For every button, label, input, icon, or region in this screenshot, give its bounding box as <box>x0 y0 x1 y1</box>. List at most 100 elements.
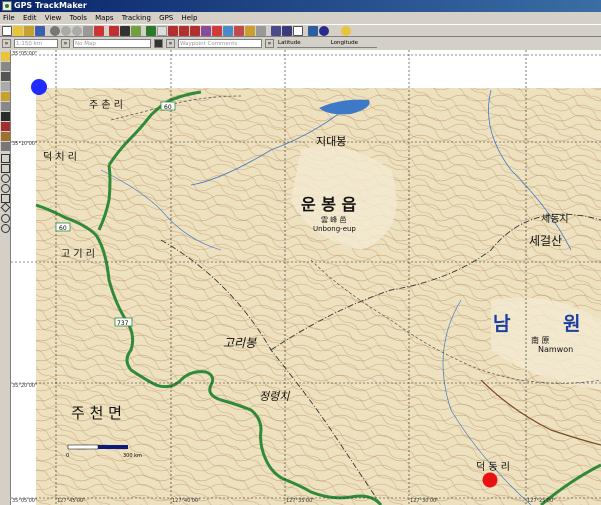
place-jeongryeongchi: 정령치 <box>259 390 290 403</box>
lon-label: 127°45'00" <box>57 498 85 504</box>
arrow-icon[interactable] <box>1 82 10 91</box>
coordinates-readout: Latitude Longitude <box>277 39 377 48</box>
gps-receiver-icon[interactable] <box>146 25 156 36</box>
stop-icon[interactable] <box>154 38 163 48</box>
menu-help[interactable]: Help <box>178 12 200 24</box>
place-juchunmyeon: 주 천 면 <box>71 404 122 422</box>
upload-icon[interactable] <box>282 25 292 36</box>
track-icon[interactable] <box>120 25 130 36</box>
place-unbongeup: 운 봉 읍 <box>301 195 357 214</box>
place-goribong: 고리봉 <box>223 336 257 350</box>
ellipse-icon[interactable] <box>1 174 10 183</box>
oval-icon[interactable] <box>1 224 10 233</box>
menu-file[interactable]: File <box>0 12 18 24</box>
print-icon[interactable] <box>234 25 244 36</box>
lat-label-bottom: 35°05'00" <box>12 498 37 504</box>
place-nam: 남 <box>493 313 511 335</box>
app-icon <box>2 1 12 11</box>
chevron-right-icon[interactable]: » <box>61 38 70 48</box>
fill-icon[interactable] <box>223 25 233 36</box>
menu-view[interactable]: View <box>42 12 65 24</box>
lat-label-top: 35°05'00" <box>12 51 37 57</box>
menu-gps[interactable]: GPS <box>156 12 176 24</box>
place-deokchiri: 덕 치 리 <box>43 151 77 163</box>
pan-left-icon[interactable] <box>168 25 178 36</box>
center-icon[interactable] <box>157 25 167 36</box>
place-unbongeup-en: Unbong-eup <box>313 225 356 233</box>
chevron-right-icon[interactable]: » <box>2 38 11 48</box>
grid-icon[interactable] <box>256 25 266 36</box>
lock-icon[interactable] <box>212 25 222 36</box>
menu-edit[interactable]: Edit <box>20 12 40 24</box>
road-shield-737-label: 737 <box>117 320 129 327</box>
lat-label: 35°10'00" <box>12 141 37 147</box>
paint-icon[interactable] <box>1 132 10 141</box>
globe-icon[interactable] <box>319 25 329 36</box>
pan-right-icon[interactable] <box>179 25 189 36</box>
open-folder-icon[interactable] <box>13 25 23 36</box>
left-tool-panel <box>0 50 11 505</box>
brush-icon[interactable] <box>1 142 10 151</box>
waypoint-icon[interactable] <box>109 25 119 36</box>
main-toolbar <box>0 24 601 37</box>
select-icon[interactable] <box>1 62 10 71</box>
road-shield-60-label: 60 <box>59 225 67 232</box>
secondary-toolbar: » 1:150 km » No Map » Waypoint Comments … <box>0 37 601 49</box>
place-sedongchi: 세동치 <box>541 213 569 225</box>
map-select[interactable]: No Map <box>73 38 151 48</box>
line-icon[interactable] <box>1 112 10 121</box>
lon-label: 127°35'00" <box>286 498 314 504</box>
chevron-down-icon[interactable] <box>330 25 336 36</box>
eraser-icon[interactable] <box>1 122 10 131</box>
scale-select[interactable]: 1:150 km <box>14 38 58 48</box>
menu-maps[interactable]: Maps <box>92 12 116 24</box>
menu-tools[interactable]: Tools <box>67 12 90 24</box>
scale-start: 0 <box>66 453 69 459</box>
download-icon[interactable] <box>271 25 281 36</box>
place-gogiri: 고 기 리 <box>61 248 95 260</box>
chevron-right-icon[interactable]: » <box>166 38 175 48</box>
waypoint-comments-input[interactable]: Waypoint Comments <box>178 38 262 48</box>
window-title: GPS TrackMaker <box>14 1 87 10</box>
move-icon[interactable] <box>1 92 10 101</box>
help-icon[interactable] <box>341 25 351 36</box>
earth-icon[interactable] <box>308 25 318 36</box>
diamond-icon[interactable] <box>0 202 11 213</box>
zoom-window-icon[interactable] <box>83 25 93 36</box>
pencil-icon[interactable] <box>1 52 10 61</box>
new-file-icon[interactable] <box>2 25 12 36</box>
zoom-in-icon[interactable] <box>61 25 71 36</box>
menu-tracking[interactable]: Tracking <box>119 12 154 24</box>
place-jidaebong: 지대봉 <box>316 135 346 148</box>
chevron-right-icon[interactable]: » <box>265 38 274 48</box>
place-namwon-hanja: 南 原 <box>531 335 550 345</box>
zoom-all-icon[interactable] <box>94 25 104 36</box>
hand-icon[interactable] <box>1 72 10 81</box>
place-won: 원 <box>563 313 580 335</box>
circle-icon[interactable] <box>1 184 10 193</box>
clipboard-icon[interactable] <box>293 25 303 36</box>
place-deokdongri: 덕 동 리 <box>476 461 510 473</box>
place-juchonri: 주 촌 리 <box>89 99 123 111</box>
scale-end: 300 km <box>123 453 142 459</box>
node-icon[interactable] <box>1 102 10 111</box>
start-waypoint-marker[interactable] <box>31 79 47 95</box>
open-map-icon[interactable] <box>24 25 34 36</box>
topographic-map[interactable]: 35°05'00" 35°10'00" 35°20'00" 35°05'00" … <box>11 50 601 505</box>
place-segeolsan: 세걸산 <box>529 234 562 248</box>
route-icon[interactable] <box>131 25 141 36</box>
box-icon[interactable] <box>1 164 10 173</box>
place-namwon-en: Namwon <box>538 345 573 354</box>
pan-up-icon[interactable] <box>190 25 200 36</box>
save-icon[interactable] <box>35 25 45 36</box>
zoom-icon[interactable] <box>50 25 60 36</box>
rectangle-icon[interactable] <box>1 154 10 163</box>
zoom-out-icon[interactable] <box>72 25 82 36</box>
measure-icon[interactable] <box>201 25 211 36</box>
menu-bar: File Edit View Tools Maps Tracking GPS H… <box>0 12 601 24</box>
round-icon[interactable] <box>1 214 10 223</box>
map-canvas[interactable]: 35°05'00" 35°10'00" 35°20'00" 35°05'00" … <box>11 50 601 505</box>
properties-icon[interactable] <box>245 25 255 36</box>
longitude-label: Longitude <box>329 39 359 46</box>
end-waypoint-marker[interactable] <box>482 472 498 488</box>
